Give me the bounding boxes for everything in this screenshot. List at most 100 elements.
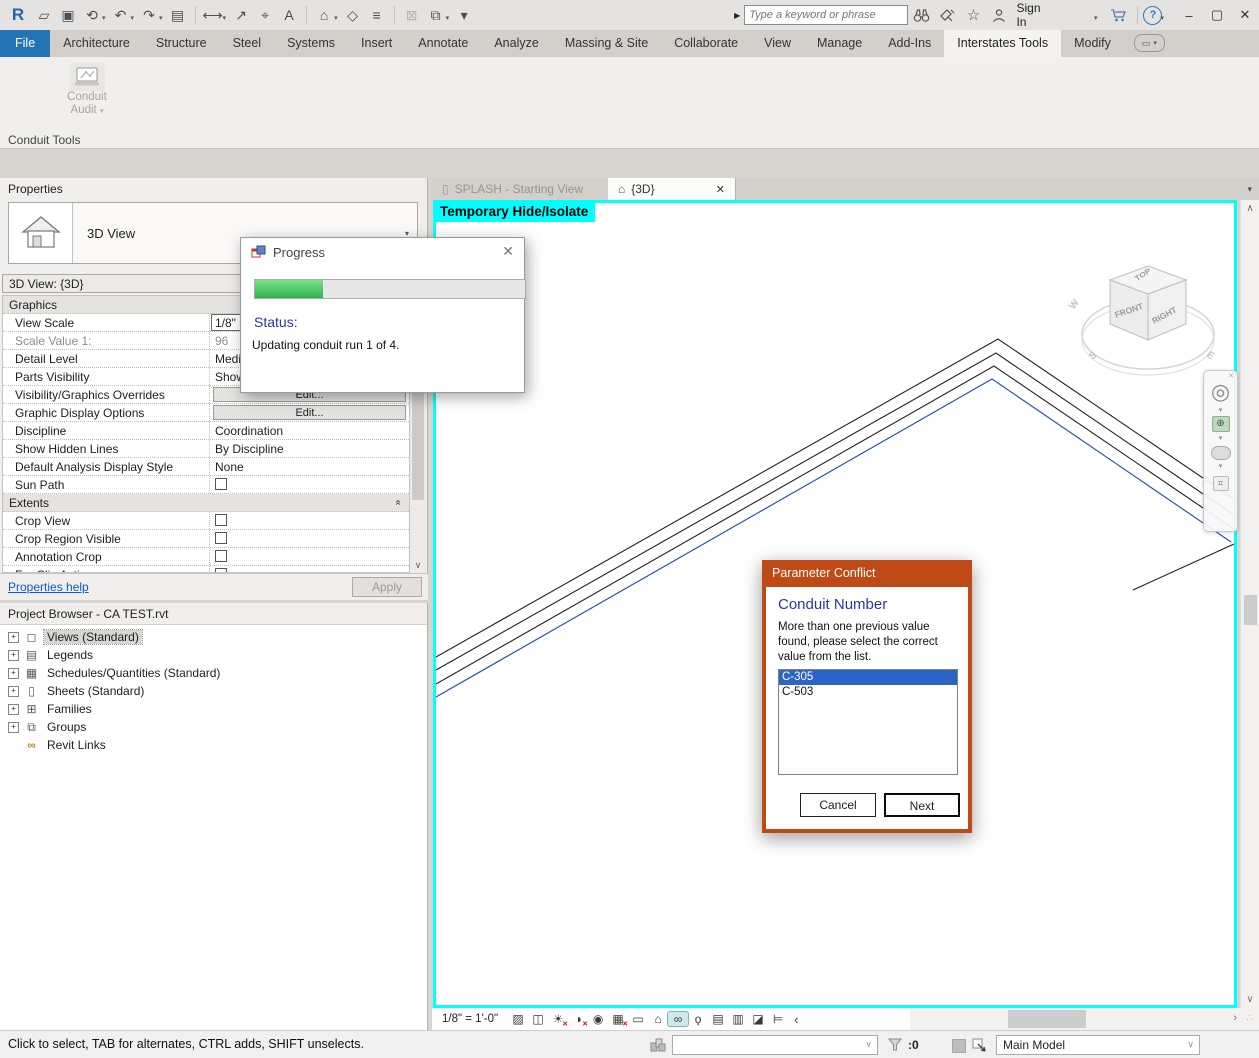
zoom-region-icon[interactable]: ⊕ bbox=[1211, 416, 1230, 432]
crop-view-icon[interactable]: ▦ ✕ bbox=[608, 1012, 628, 1028]
tree-item-legends[interactable]: + ▤ Legends bbox=[0, 646, 427, 664]
tree-expander[interactable]: + bbox=[8, 703, 19, 715]
properties-help-link[interactable]: Properties help bbox=[8, 580, 89, 594]
detail-level-icon[interactable]: ◫ bbox=[528, 1012, 548, 1026]
tree-expander[interactable]: + bbox=[8, 685, 19, 697]
redo-icon[interactable]: ↷ bbox=[137, 7, 161, 24]
tab-view[interactable]: View bbox=[751, 30, 804, 57]
thin-lines-icon[interactable]: ≡ bbox=[365, 7, 389, 23]
tab-analyze[interactable]: Analyze bbox=[481, 30, 551, 57]
worksets-icon[interactable] bbox=[650, 1038, 666, 1052]
list-option-c305[interactable]: C-305 bbox=[779, 670, 957, 685]
collapse-group-icon[interactable]: « bbox=[393, 500, 404, 506]
navbar-caret[interactable]: ▾ bbox=[1219, 406, 1223, 414]
next-button[interactable]: Next bbox=[884, 793, 960, 817]
measure-dropdown-caret[interactable]: ▾ bbox=[223, 14, 227, 22]
sun-path-icon[interactable]: ☀ ✕ bbox=[548, 1012, 568, 1028]
reveal-hidden-icon[interactable]: ϙ bbox=[688, 1012, 708, 1026]
tree-expander[interactable]: + bbox=[8, 721, 19, 733]
tag-icon[interactable]: ⌖ bbox=[253, 7, 277, 24]
analytical-model-icon[interactable]: ▥ bbox=[728, 1012, 748, 1026]
tree-item-groups[interactable]: + ⧉ Groups bbox=[0, 718, 427, 736]
temporary-hide-isolate-icon[interactable]: ∞ bbox=[667, 1011, 690, 1027]
properties-scrollbar-thumb[interactable] bbox=[412, 390, 424, 500]
help-caret[interactable]: ▾ bbox=[1160, 14, 1164, 22]
text-icon[interactable]: A bbox=[277, 7, 301, 23]
sign-in-label[interactable]: Sign In bbox=[1016, 1, 1050, 29]
vcb-collapse-arrow[interactable]: ‹ bbox=[794, 1012, 798, 1027]
editable-only-icon[interactable] bbox=[952, 1039, 966, 1053]
scroll-down-arrow[interactable]: ∨ bbox=[410, 560, 426, 571]
tab-collaborate[interactable]: Collaborate bbox=[661, 30, 751, 57]
list-option-c503[interactable]: C-503 bbox=[779, 685, 957, 700]
switch-windows-icon[interactable]: ⧉ bbox=[424, 7, 448, 24]
scroll-up-arrow[interactable]: ∧ bbox=[1241, 203, 1259, 214]
revit-logo[interactable]: R bbox=[4, 5, 32, 25]
progress-close-icon[interactable]: ✕ bbox=[502, 243, 514, 260]
sync-icon[interactable]: ⟲ bbox=[80, 7, 104, 24]
filter-icon[interactable] bbox=[888, 1038, 902, 1052]
user-icon[interactable] bbox=[986, 8, 1012, 23]
property-row-far-clip-active[interactable]: Far Clip Active bbox=[3, 566, 409, 572]
orbit-tool-icon[interactable] bbox=[1210, 446, 1231, 460]
viewcube[interactable]: W S E TOP FRONT RIGHT bbox=[1036, 248, 1246, 383]
tab-modify[interactable]: Modify bbox=[1061, 30, 1124, 57]
search-binoculars-icon[interactable] bbox=[908, 8, 934, 23]
crop-region-visible-checkbox[interactable] bbox=[215, 532, 227, 544]
crop-region-icon[interactable]: ▭ bbox=[628, 1012, 648, 1026]
search-expand-arrow[interactable]: ▶ bbox=[734, 11, 740, 20]
tree-item-views[interactable]: + ◻ Views (Standard) bbox=[0, 628, 427, 646]
view-scale-control[interactable]: 1/8" = 1'-0" bbox=[442, 1013, 498, 1025]
property-group-extents[interactable]: Extents « bbox=[3, 494, 409, 512]
property-row-default-analysis-display-style[interactable]: Default Analysis Display Style None bbox=[3, 458, 409, 476]
tree-item-schedules[interactable]: + ▦ Schedules/Quantities (Standard) bbox=[0, 664, 427, 682]
design-option-dropdown[interactable]: Main Model ∨ bbox=[996, 1035, 1200, 1055]
vertical-scrollbar[interactable]: ∧ ∨ bbox=[1240, 200, 1259, 1008]
tree-item-families[interactable]: + ⊞ Families bbox=[0, 700, 427, 718]
shadows-icon[interactable]: ◑ ✕ bbox=[568, 1012, 588, 1028]
vertical-scrollbar-thumb[interactable] bbox=[1244, 595, 1257, 625]
print-icon[interactable]: ▤ bbox=[166, 7, 190, 24]
navbar-caret[interactable]: ▾ bbox=[1219, 462, 1223, 470]
property-row-crop-region-visible[interactable]: Crop Region Visible bbox=[3, 530, 409, 548]
view-tab-splash[interactable]: ▯ SPLASH - Starting View bbox=[432, 178, 608, 200]
undo-icon[interactable]: ↶ bbox=[109, 7, 133, 24]
tree-item-sheets[interactable]: + ▯ Sheets (Standard) bbox=[0, 682, 427, 700]
constraints-icon[interactable]: ⊨ bbox=[768, 1012, 788, 1026]
switch-windows-caret[interactable]: ▾ bbox=[446, 14, 450, 22]
maximize-button[interactable]: ▢ bbox=[1203, 7, 1231, 23]
save-icon[interactable]: ▣ bbox=[56, 7, 80, 24]
crop-view-checkbox[interactable] bbox=[215, 514, 227, 526]
horizontal-scrollbar[interactable]: › bbox=[910, 1008, 1240, 1030]
view-tab-list-caret[interactable]: ▾ bbox=[1247, 184, 1252, 195]
rendering-dialog-icon[interactable]: ◉ bbox=[588, 1012, 608, 1026]
app-store-cart-icon[interactable] bbox=[1106, 8, 1132, 23]
customize-qat-icon[interactable]: ▾ bbox=[452, 7, 476, 24]
active-workset-dropdown[interactable]: ∨ bbox=[672, 1035, 878, 1055]
favorites-star-icon[interactable]: ☆ bbox=[960, 6, 986, 24]
annotation-crop-checkbox[interactable] bbox=[215, 550, 227, 562]
tab-annotate[interactable]: Annotate bbox=[405, 30, 481, 57]
close-view-tab-icon[interactable]: ✕ bbox=[716, 183, 725, 196]
horizontal-scrollbar-thumb[interactable] bbox=[1008, 1010, 1086, 1028]
default-3d-view-icon[interactable]: ⌂ bbox=[312, 7, 336, 23]
property-row-show-hidden-lines[interactable]: Show Hidden Lines By Discipline bbox=[3, 440, 409, 458]
close-button[interactable]: ✕ bbox=[1231, 7, 1259, 23]
tab-manage[interactable]: Manage bbox=[804, 30, 875, 57]
graphic-display-edit-button[interactable]: Edit... bbox=[213, 405, 406, 420]
open-icon[interactable]: ▱ bbox=[32, 7, 56, 24]
tree-expander[interactable]: + bbox=[8, 631, 19, 643]
aligned-dimension-icon[interactable]: ↗ bbox=[229, 7, 253, 24]
minimize-button[interactable]: – bbox=[1175, 8, 1203, 23]
redo-dropdown-caret[interactable]: ▾ bbox=[159, 14, 163, 22]
design-options-pick-icon[interactable] bbox=[972, 1038, 987, 1053]
navbar-caret[interactable]: ▾ bbox=[1219, 434, 1223, 442]
tab-file[interactable]: File bbox=[0, 30, 51, 57]
sync-dropdown-caret[interactable]: ▾ bbox=[102, 14, 106, 22]
navigation-bar[interactable]: ✕ ◎ ▾ ⊕ ▾ ▾ ⌗ bbox=[1203, 370, 1238, 532]
tab-massing-site[interactable]: Massing & Site bbox=[552, 30, 661, 57]
temporary-view-properties-icon[interactable]: ▤ bbox=[708, 1012, 728, 1026]
tab-interstates-tools[interactable]: Interstates Tools bbox=[944, 30, 1062, 57]
property-row-discipline[interactable]: Discipline Coordination bbox=[3, 422, 409, 440]
steering-wheel-icon[interactable]: ◎ bbox=[1211, 380, 1230, 404]
